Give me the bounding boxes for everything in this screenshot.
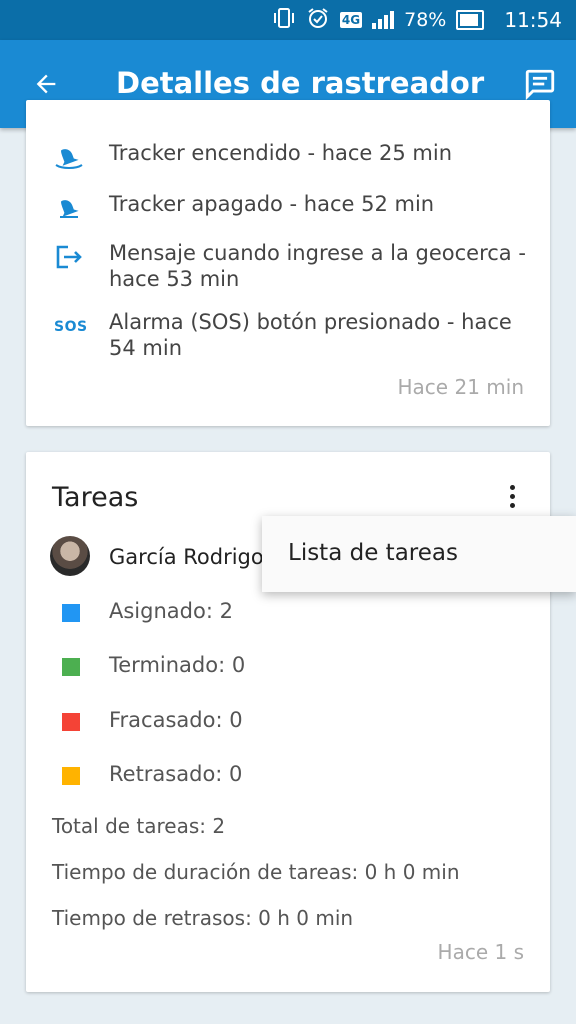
status-color-square — [62, 767, 80, 785]
task-status-failed: Fracasado: 0 — [26, 708, 550, 738]
options-popup-menu: Lista de tareas — [262, 516, 576, 592]
task-status-assigned: Asignado: 2 — [26, 599, 550, 629]
sos-icon: SOS — [54, 319, 88, 335]
more-options-button[interactable] — [500, 478, 524, 514]
chat-icon — [525, 69, 555, 101]
event-text: Tracker encendido - hace 25 min — [109, 141, 453, 165]
bell-icon — [60, 200, 79, 218]
bell-icon — [55, 149, 83, 169]
vibrate-icon — [272, 7, 296, 34]
task-status-delayed: Retrasado: 0 — [26, 762, 550, 792]
status-color-square — [62, 604, 80, 622]
user-name: García Rodrigo — [109, 545, 264, 569]
events-card: Tracker encendido - hace 25 min Tracker … — [26, 100, 550, 426]
status-label: Asignado: 2 — [109, 599, 233, 623]
status-bar: 4G 78% 11:54 — [0, 0, 576, 40]
status-color-square — [62, 658, 80, 676]
menu-item-task-list[interactable]: Lista de tareas — [288, 540, 458, 566]
status-label: Retrasado: 0 — [109, 762, 243, 786]
page-title: Detalles de rastreador — [116, 66, 485, 100]
network-badge: 4G — [339, 12, 363, 28]
total-tasks: Total de tareas: 2 — [52, 814, 226, 838]
arrow-back-icon — [36, 74, 56, 94]
clock: 11:54 — [504, 8, 562, 32]
status-color-square — [62, 713, 80, 731]
task-duration: Tiempo de duración de tareas: 0 h 0 min — [52, 860, 460, 884]
status-label: Fracasado: 0 — [109, 708, 243, 732]
signal-icon — [372, 11, 395, 29]
event-text: Tracker apagado - hace 52 min — [109, 192, 435, 216]
alarm-icon — [306, 7, 330, 34]
tasks-updated-time: Hace 1 s — [437, 940, 524, 964]
task-delays: Tiempo de retrasos: 0 h 0 min — [52, 906, 354, 930]
battery-percent: 78% — [404, 9, 447, 31]
event-text: Alarma (SOS) botón presionado - hace 54 … — [109, 310, 512, 360]
tasks-title: Tareas — [52, 482, 139, 513]
task-status-completed: Terminado: 0 — [26, 653, 550, 683]
event-text: Mensaje cuando ingrese a la geocerca - h… — [109, 241, 526, 291]
status-icons: 4G 78% 11:54 — [272, 0, 576, 40]
battery-icon — [456, 10, 485, 30]
avatar — [50, 536, 90, 576]
geofence-enter-icon — [56, 245, 82, 269]
status-label: Terminado: 0 — [109, 653, 246, 677]
events-updated-time: Hace 21 min — [397, 375, 524, 399]
